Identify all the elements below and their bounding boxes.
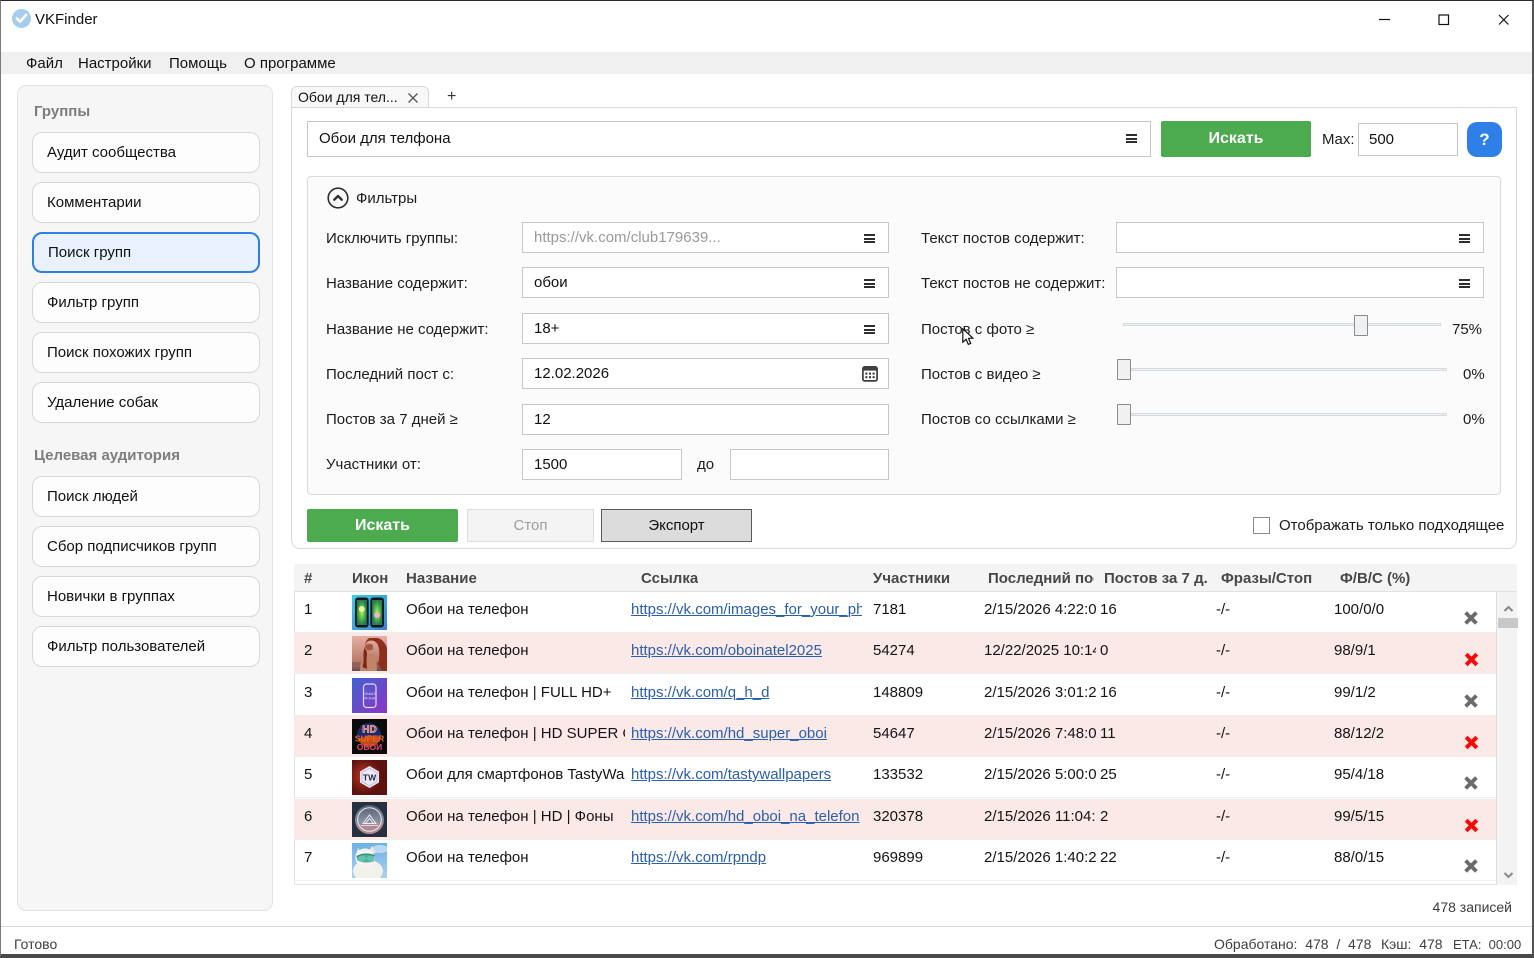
svg-text:ФОНА: ФОНА <box>365 697 376 701</box>
svg-text:TW: TW <box>363 773 377 783</box>
svg-text:ЗАКАЗ: ЗАКАЗ <box>364 692 375 696</box>
svg-text:ОБОИ: ОБОИ <box>357 742 382 752</box>
